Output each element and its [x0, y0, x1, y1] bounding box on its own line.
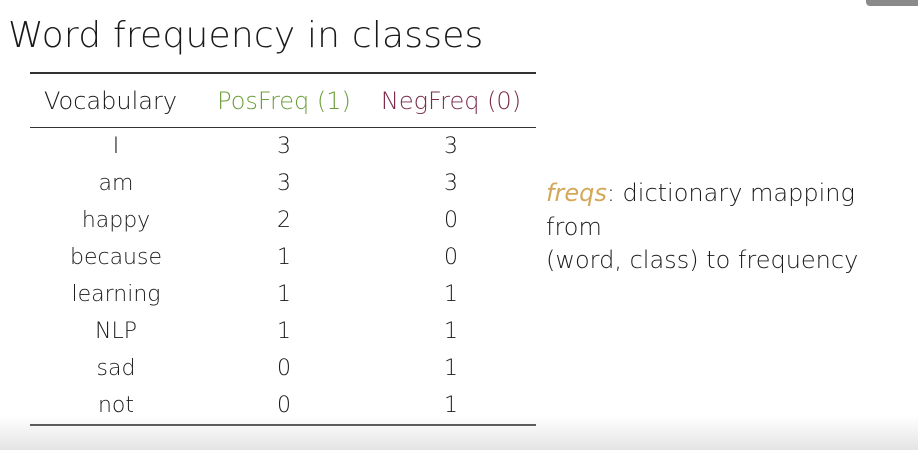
cell-negfreq: 1 — [444, 282, 458, 307]
freqs-note-line-1: freqs: dictionary mapping from — [546, 177, 916, 244]
freqs-term: freqs — [546, 179, 607, 207]
table-row: sad 0 1 — [30, 350, 536, 387]
cell-posfreq: 2 — [277, 208, 291, 233]
cell-posfreq: 1 — [277, 282, 291, 307]
cell-negfreq: 3 — [444, 134, 458, 159]
table-row: I 3 3 — [30, 128, 536, 165]
table-row: learning 1 1 — [30, 276, 536, 313]
table-bottom-rule — [30, 424, 536, 426]
cell-word: happy — [81, 208, 151, 233]
cell-word: because — [69, 245, 163, 270]
cell-word: I — [112, 134, 120, 159]
table-body: I 3 3 am 3 3 happy 2 0 because 1 0 learn… — [30, 128, 536, 424]
cell-negfreq: 1 — [444, 356, 458, 381]
freqs-note-line-2: (word, class) to frequency — [546, 246, 859, 275]
cell-negfreq: 3 — [444, 171, 458, 196]
cell-word: am — [98, 171, 134, 196]
cell-word: NLP — [95, 319, 137, 344]
cell-posfreq: 0 — [277, 356, 291, 381]
cell-word: not — [97, 393, 135, 418]
cell-negfreq: 0 — [444, 245, 458, 270]
page-title: Word frequency in classes — [8, 15, 484, 56]
cell-posfreq: 3 — [277, 134, 291, 159]
cell-posfreq: 0 — [277, 393, 291, 418]
table-row: because 1 0 — [30, 239, 536, 276]
cell-word: learning — [71, 282, 161, 307]
header-posfreq: PosFreq (1) — [217, 86, 351, 115]
table-header-row: Vocabulary PosFreq (1) NegFreq (0) — [30, 74, 536, 127]
cell-negfreq: 1 — [444, 393, 458, 418]
header-vocabulary: Vocabulary — [44, 86, 178, 115]
table-row: happy 2 0 — [30, 202, 536, 239]
cell-negfreq: 0 — [444, 208, 458, 233]
cell-negfreq: 1 — [444, 319, 458, 344]
freqs-note: freqs: dictionary mapping from (word, cl… — [546, 177, 916, 278]
cell-posfreq: 3 — [277, 171, 291, 196]
table-row: not 0 1 — [30, 387, 536, 424]
table-row: NLP 1 1 — [30, 313, 536, 350]
frequency-table: Vocabulary PosFreq (1) NegFreq (0) I 3 3… — [30, 72, 536, 426]
corner-shade — [866, 0, 918, 6]
cell-word: sad — [96, 356, 136, 381]
header-negfreq: NegFreq (0) — [380, 86, 522, 115]
table-row: am 3 3 — [30, 165, 536, 202]
cell-posfreq: 1 — [277, 319, 291, 344]
cell-posfreq: 1 — [277, 245, 291, 270]
